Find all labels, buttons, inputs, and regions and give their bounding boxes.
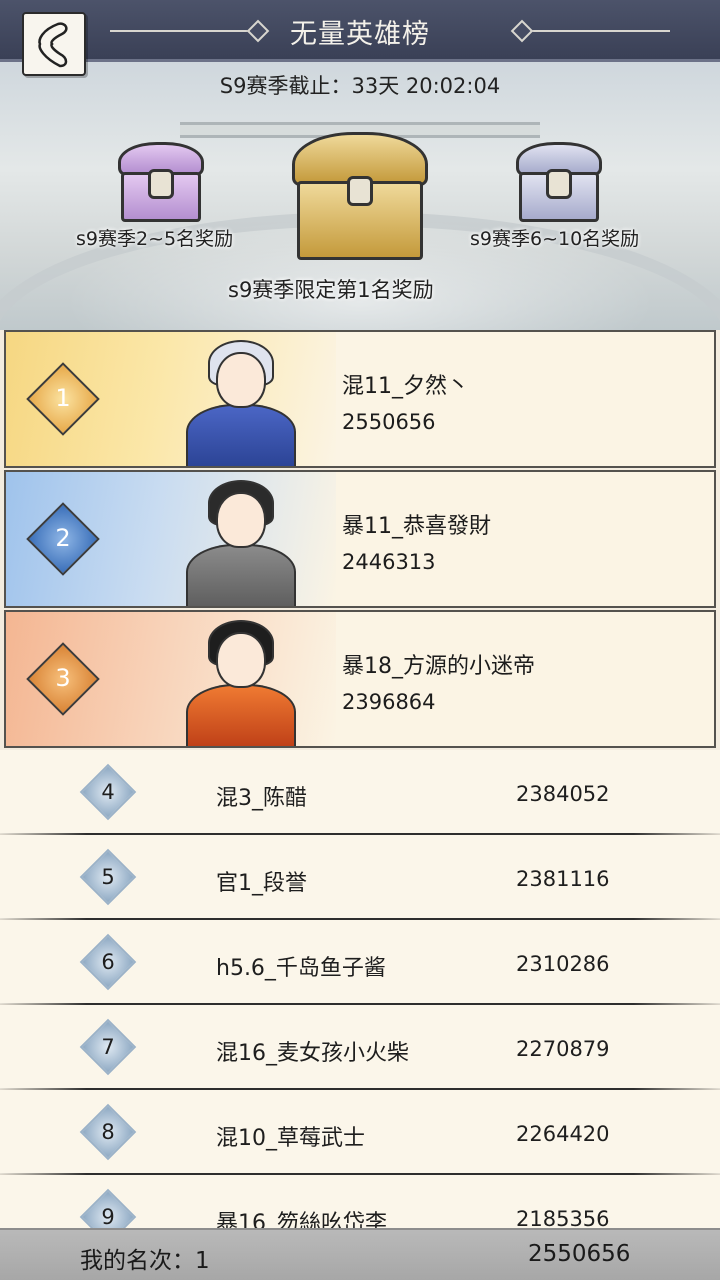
player-score: 2270879 xyxy=(516,1037,610,1061)
reward-label-1: s9赛季限定第1名奖励 xyxy=(228,278,434,302)
player-name: 混10_草莓武士 xyxy=(216,1126,365,1151)
player-score: 2381116 xyxy=(516,867,610,891)
leaderboard-row-1[interactable]: 1 混11_夕然丶 2550656 xyxy=(4,330,716,468)
gold-chest-icon[interactable] xyxy=(292,132,428,260)
player-name: 混3_陈醋 xyxy=(216,786,307,811)
season-countdown: S9赛季截止：33天 20:02:04 xyxy=(219,74,501,98)
player-name: 官1_段誉 xyxy=(216,871,307,896)
player-score: 2384052 xyxy=(516,782,610,806)
player-score: 2185356 xyxy=(516,1207,610,1230)
reward-label-6-10: s9赛季6~10名奖励 xyxy=(470,228,640,250)
player-score: 2396864 xyxy=(342,690,436,714)
avatar xyxy=(178,472,304,606)
player-name: 暴16_笏絲吆岱李 xyxy=(216,1211,387,1230)
reward-label-2-5: s9赛季2~5名奖励 xyxy=(76,228,234,250)
leaderboard-row-2[interactable]: 2 暴11_恭喜發財 2446313 xyxy=(4,470,716,608)
player-name: h5.6_千岛鱼子酱 xyxy=(216,956,386,981)
leaderboard-row-7[interactable]: 7 混16_麦女孩小火柴 2270879 xyxy=(0,1005,720,1091)
title-bar: 无量英雄榜 xyxy=(0,0,720,62)
rank-number: 4 xyxy=(101,780,115,804)
back-arrow-icon xyxy=(38,22,68,68)
leaderboard-row-8[interactable]: 8 混10_草莓武士 2264420 xyxy=(0,1090,720,1176)
rank-number: 7 xyxy=(101,1035,115,1059)
title-ornament-right xyxy=(520,30,670,32)
leaderboard-list[interactable]: 1 混11_夕然丶 2550656 2 暴11_恭喜發財 2446313 3 暴… xyxy=(0,330,720,1230)
avatar xyxy=(178,612,304,746)
silver-chest-icon[interactable] xyxy=(516,142,602,222)
player-score: 2264420 xyxy=(516,1122,610,1146)
reward-banner: S9赛季截止：33天 20:02:04 s9赛季2~5名奖励 s9赛季限定第1名… xyxy=(0,62,720,330)
player-score: 2310286 xyxy=(516,952,610,976)
player-name: 暴11_恭喜發財 xyxy=(342,514,491,539)
leaderboard-row-3[interactable]: 3 暴18_方源的小迷帝 2396864 xyxy=(4,610,716,748)
rank-number: 1 xyxy=(55,384,71,412)
rank-number: 8 xyxy=(101,1120,115,1144)
my-rank-label: 我的名次：1 xyxy=(80,1248,210,1274)
leaderboard-row-6[interactable]: 6 h5.6_千岛鱼子酱 2310286 xyxy=(0,920,720,1006)
my-rank-score: 2550656 xyxy=(528,1241,631,1267)
player-name: 混11_夕然丶 xyxy=(342,374,469,399)
player-name: 暴18_方源的小迷帝 xyxy=(342,654,535,679)
leaderboard-row-5[interactable]: 5 官1_段誉 2381116 xyxy=(0,835,720,921)
player-score: 2446313 xyxy=(342,550,436,574)
player-name: 混16_麦女孩小火柴 xyxy=(216,1041,409,1066)
rank-number: 2 xyxy=(55,524,71,552)
leaderboard-row-9[interactable]: 9 暴16_笏絲吆岱李 2185356 xyxy=(0,1175,720,1230)
rank-number: 6 xyxy=(101,950,115,974)
rank-number: 9 xyxy=(101,1205,115,1229)
player-score: 2550656 xyxy=(342,410,436,434)
back-button[interactable] xyxy=(22,12,86,76)
rank-number: 5 xyxy=(101,865,115,889)
purple-chest-icon[interactable] xyxy=(118,142,204,222)
leaderboard-row-4[interactable]: 4 混3_陈醋 2384052 xyxy=(0,750,720,836)
rank-number: 3 xyxy=(55,664,71,692)
avatar xyxy=(178,332,304,466)
my-rank-bar: 我的名次：1 2550656 xyxy=(0,1228,720,1280)
